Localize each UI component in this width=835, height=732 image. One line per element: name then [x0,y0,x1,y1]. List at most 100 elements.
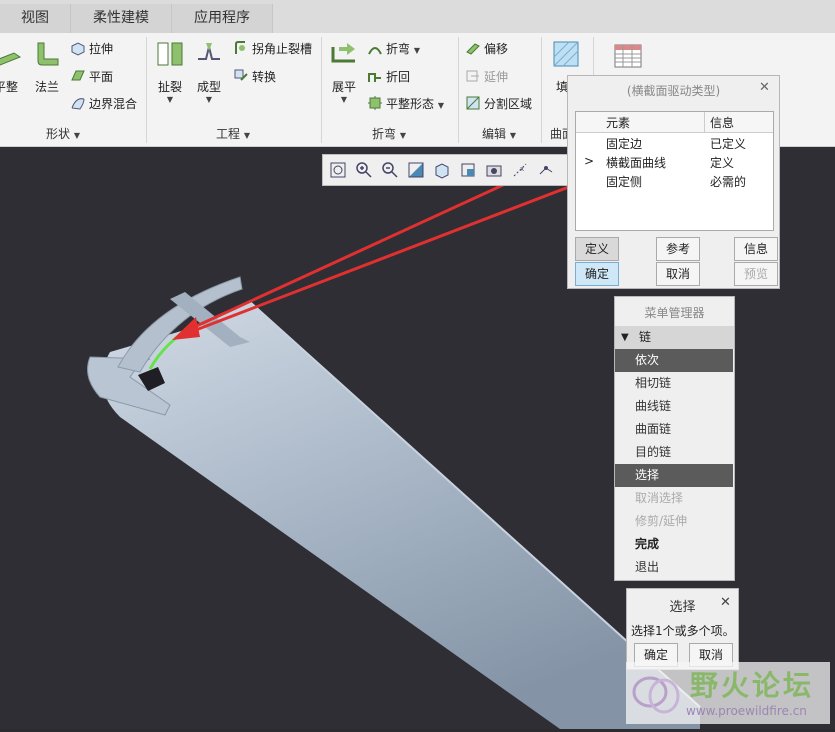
ok-button[interactable]: 确定 [575,262,619,286]
rip-label: 扯裂 [157,80,182,94]
zoom-out-icon[interactable] [381,161,399,179]
tab-flexible-modeling[interactable]: 柔性建模 [71,4,172,33]
bend-button[interactable]: 折弯 ▼ [367,39,420,59]
rip-icon [157,42,183,66]
saved-views-icon[interactable] [459,161,477,179]
form-label: 成型 [196,80,221,94]
bend-back-button[interactable]: 折回 [367,67,410,87]
view-manager-icon[interactable] [485,161,503,179]
bend-group-label[interactable]: 折弯 ▼ [372,125,406,142]
spin-center-icon[interactable] [537,161,555,179]
extend-label: 延伸 [484,70,509,84]
boundary-blend-button[interactable]: 边界混合 [70,94,137,114]
bend-icon [368,47,382,55]
unbend-label: 展平 [331,80,356,94]
group-divider [541,37,542,143]
table-row[interactable]: 固定侧 必需的 [576,172,773,191]
menu-manager-title: 菜单管理器 [644,306,705,320]
collapse-triangle-icon: ▼ [621,332,629,343]
planar-label: 平面 [89,70,114,84]
group-divider [458,37,459,143]
fill-icon [553,41,579,67]
menu-item-sequence[interactable]: 依次 [615,349,733,372]
feature-element-dialog: (横截面驱动类型) ✕ 元素 信息 固定边 已定义 > 横截面曲线 定义 固定侧… [567,75,780,289]
display-style-icon[interactable] [433,161,451,179]
boundary-blend-icon [71,98,85,110]
convert-icon [234,69,248,81]
pipe-body[interactable] [102,302,700,729]
svg-text:x: x [520,165,524,173]
flat-wall-label: 平整 [0,80,18,94]
column-header-element: 元素 [606,116,631,130]
extend-icon [466,70,479,82]
extrude-label: 拉伸 [89,42,114,56]
datum-display-icon[interactable]: x [511,161,529,179]
rip-button[interactable]: 扯裂 ▼ [153,39,187,104]
engineering-group-label[interactable]: 工程 ▼ [216,125,250,142]
planar-button[interactable]: 平面 [70,67,113,87]
group-divider [146,37,147,143]
row-element: 横截面曲线 [606,156,667,170]
row-info: 定义 [710,156,735,170]
menu-manager: 菜单管理器 ▼ 链 依次 相切链 曲线链 曲面链 目的链 选择 取消选择 修剪/… [614,296,735,581]
table-row[interactable]: 固定边 已定义 [576,134,773,153]
flat-wall-button[interactable]: 平整 [0,39,22,95]
flat-wall-icon [0,52,22,66]
tab-view[interactable]: 视图 [0,4,71,33]
convert-button[interactable]: 转换 [233,67,276,87]
split-area-label: 分割区域 [484,97,533,111]
flat-state-icon [368,96,382,110]
watermark-url: www.proewildfire.cn [686,704,807,718]
menu-item-trim-extend[interactable]: 修剪/延伸 [615,510,733,533]
menu-section-label: 链 [639,330,652,344]
shape-group-label[interactable]: 形状 ▼ [46,125,80,142]
ribbon-tab-bar: 视图 柔性建模 应用程序 [0,0,835,33]
close-icon[interactable]: ✕ [759,80,770,95]
row-info: 必需的 [710,175,747,189]
corner-relief-button[interactable]: 拐角止裂槽 [233,39,312,59]
offset-button[interactable]: 偏移 [465,39,508,59]
menu-item-surface-chain[interactable]: 曲面链 [615,418,733,441]
split-area-button[interactable]: 分割区域 [465,94,532,114]
menu-section-header[interactable]: ▼ 链 [615,326,734,349]
split-area-icon [466,96,480,110]
flange-button[interactable]: 法兰 [30,39,64,95]
extend-button[interactable]: 延伸 [465,67,508,87]
repaint-icon[interactable] [407,161,425,179]
select-dialog-message: 选择1个或多个项。 [631,624,735,638]
select-dialog: 选择 ✕ 选择1个或多个项。 确定 取消 [626,588,739,670]
unbend-button[interactable]: 展平 ▼ [327,39,361,104]
column-header-info: 信息 [710,116,735,130]
refit-icon[interactable] [329,161,347,179]
define-button[interactable]: 定义 [575,237,619,261]
dialog-title: (横截面驱动类型) [626,84,721,98]
row-element: 固定侧 [606,175,643,189]
offset-icon [466,43,480,55]
close-icon[interactable]: ✕ [720,595,731,610]
table-row[interactable]: > 横截面曲线 定义 [576,153,773,172]
flange-label: 法兰 [34,80,59,94]
convert-label: 转换 [252,70,277,84]
extrude-button[interactable]: 拉伸 [70,39,113,59]
bend-back-label: 折回 [386,70,411,84]
zoom-in-icon[interactable] [355,161,373,179]
extrude-icon [71,42,85,56]
info-button[interactable]: 信息 [734,237,778,261]
form-button[interactable]: 成型 ▼ [192,39,226,104]
menu-item-quit[interactable]: 退出 [615,556,733,579]
menu-item-unselect[interactable]: 取消选择 [615,487,733,510]
menu-item-select[interactable]: 选择 [615,464,733,487]
element-table: 元素 信息 固定边 已定义 > 横截面曲线 定义 固定侧 必需的 [575,111,774,231]
table-icon [614,44,642,68]
menu-item-intent-chain[interactable]: 目的链 [615,441,733,464]
tab-applications[interactable]: 应用程序 [172,4,273,33]
preview-button[interactable]: 预览 [734,262,778,286]
watermark-name: 野火论坛 [690,669,815,702]
cancel-button[interactable]: 取消 [656,262,700,286]
menu-item-curve-chain[interactable]: 曲线链 [615,395,733,418]
menu-item-tangent-chain[interactable]: 相切链 [615,372,733,395]
reference-button[interactable]: 参考 [656,237,700,261]
flat-state-button[interactable]: 平整形态 ▼ [367,94,444,114]
menu-item-done[interactable]: 完成 [615,533,733,556]
edit-group-label[interactable]: 编辑 ▼ [482,125,516,142]
